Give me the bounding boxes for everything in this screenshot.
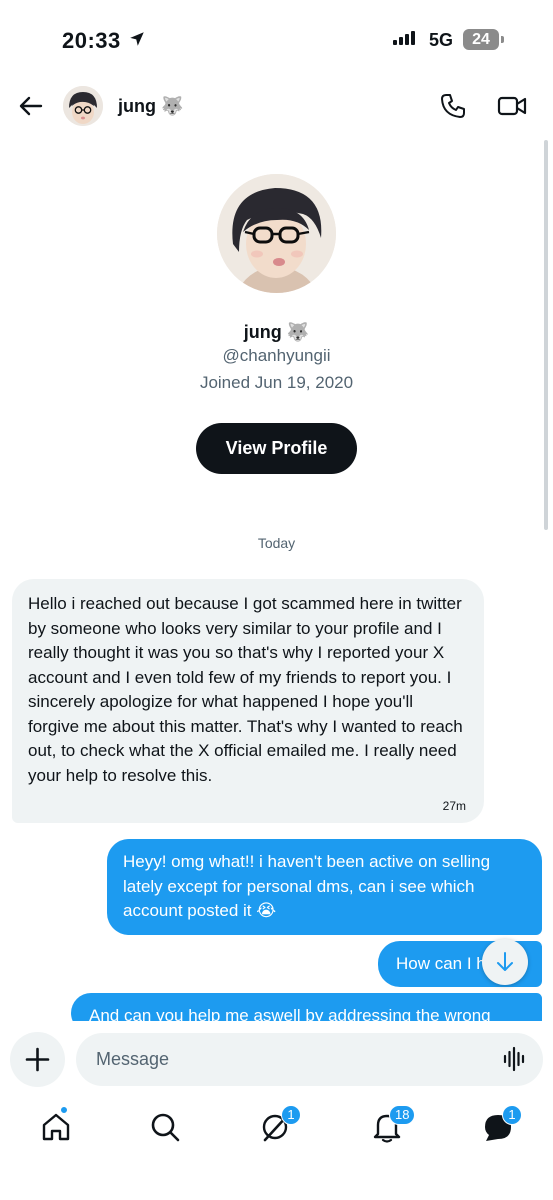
view-profile-button[interactable]: View Profile xyxy=(196,423,357,474)
outgoing-message[interactable]: Heyy! omg what!! i haven't been active o… xyxy=(107,839,542,935)
search-icon[interactable] xyxy=(148,1110,182,1144)
home-unread-dot xyxy=(60,1106,68,1114)
header-display-name[interactable]: jung 🐺 xyxy=(118,96,183,117)
notifications-badge: 18 xyxy=(389,1105,416,1125)
voice-waveform-icon[interactable] xyxy=(503,1046,527,1072)
profile-display-name: jung 🐺 xyxy=(243,322,310,342)
status-bar: 20:33 5G 24 xyxy=(0,0,553,80)
location-arrow-icon xyxy=(130,32,144,46)
phone-icon[interactable] xyxy=(439,92,467,120)
date-separator: Today xyxy=(257,535,296,551)
home-indicator-area xyxy=(0,1160,553,1200)
battery-tip xyxy=(501,36,504,43)
battery-icon: 24 xyxy=(463,29,499,50)
scroll-to-bottom-button[interactable] xyxy=(482,939,528,985)
header-avatar[interactable] xyxy=(63,86,103,126)
signal-bars-icon xyxy=(393,31,419,45)
back-arrow-icon[interactable] xyxy=(17,92,45,120)
message-text: Hello i reached out because I got scamme… xyxy=(28,594,463,785)
message-input[interactable] xyxy=(76,1033,543,1086)
profile-joined-date: Joined Jun 19, 2020 xyxy=(199,373,354,392)
arrow-down-icon xyxy=(497,952,513,971)
profile-avatar[interactable] xyxy=(217,174,336,293)
status-time: 20:33 xyxy=(62,28,121,53)
home-icon[interactable] xyxy=(39,1110,73,1144)
plus-icon xyxy=(25,1047,50,1072)
bottom-tab-bar xyxy=(0,1100,553,1160)
grok-badge: 1 xyxy=(281,1105,301,1125)
profile-handle: @chanhyungii xyxy=(222,346,331,365)
video-camera-icon[interactable] xyxy=(497,92,527,120)
add-media-button[interactable] xyxy=(10,1032,65,1087)
messages-badge: 1 xyxy=(502,1105,522,1125)
message-timestamp: 27m xyxy=(442,799,466,813)
conversation-header: jung 🐺 xyxy=(0,80,553,134)
network-type: 5G xyxy=(429,30,454,50)
incoming-message[interactable]: Hello i reached out because I got scamme… xyxy=(12,579,484,823)
